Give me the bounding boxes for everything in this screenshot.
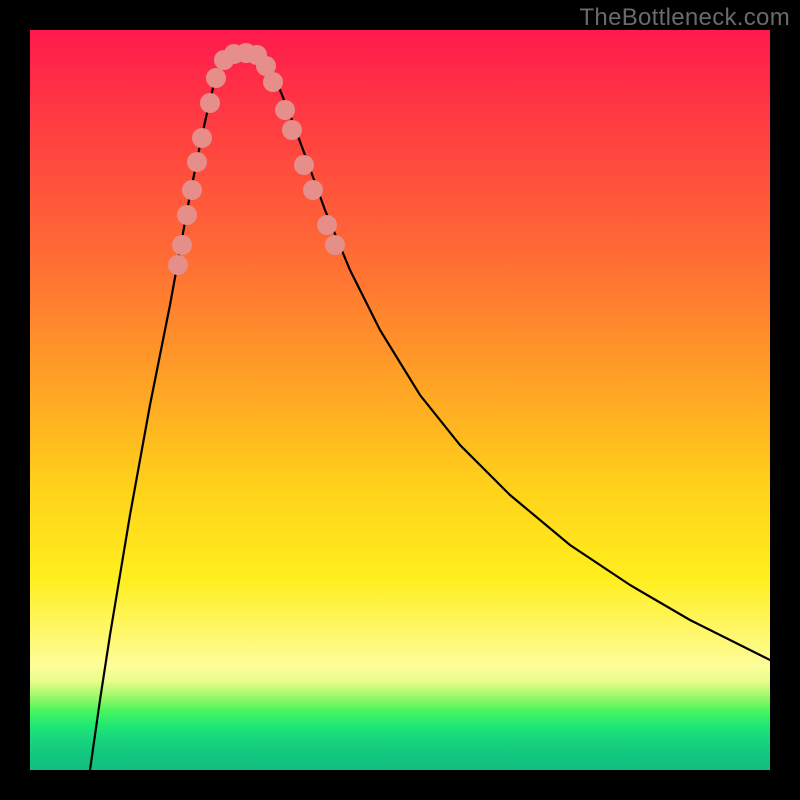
- highlight-dot: [275, 100, 295, 120]
- highlight-dot: [317, 215, 337, 235]
- highlight-dot: [294, 155, 314, 175]
- highlight-dot: [303, 180, 323, 200]
- scatter-dots: [168, 43, 345, 275]
- highlight-dot: [172, 235, 192, 255]
- highlight-dot: [263, 72, 283, 92]
- highlight-dot: [325, 235, 345, 255]
- highlight-dot: [182, 180, 202, 200]
- highlight-dot: [200, 93, 220, 113]
- chart-overlay: [30, 30, 770, 770]
- highlight-dot: [206, 68, 226, 88]
- highlight-dot: [177, 205, 197, 225]
- highlight-dot: [187, 152, 207, 172]
- highlight-dot: [192, 128, 212, 148]
- highlight-dot: [168, 255, 188, 275]
- plot-area: [30, 30, 770, 770]
- watermark-text: TheBottleneck.com: [579, 4, 790, 32]
- highlight-dot: [282, 120, 302, 140]
- chart-frame: TheBottleneck.com: [0, 0, 800, 800]
